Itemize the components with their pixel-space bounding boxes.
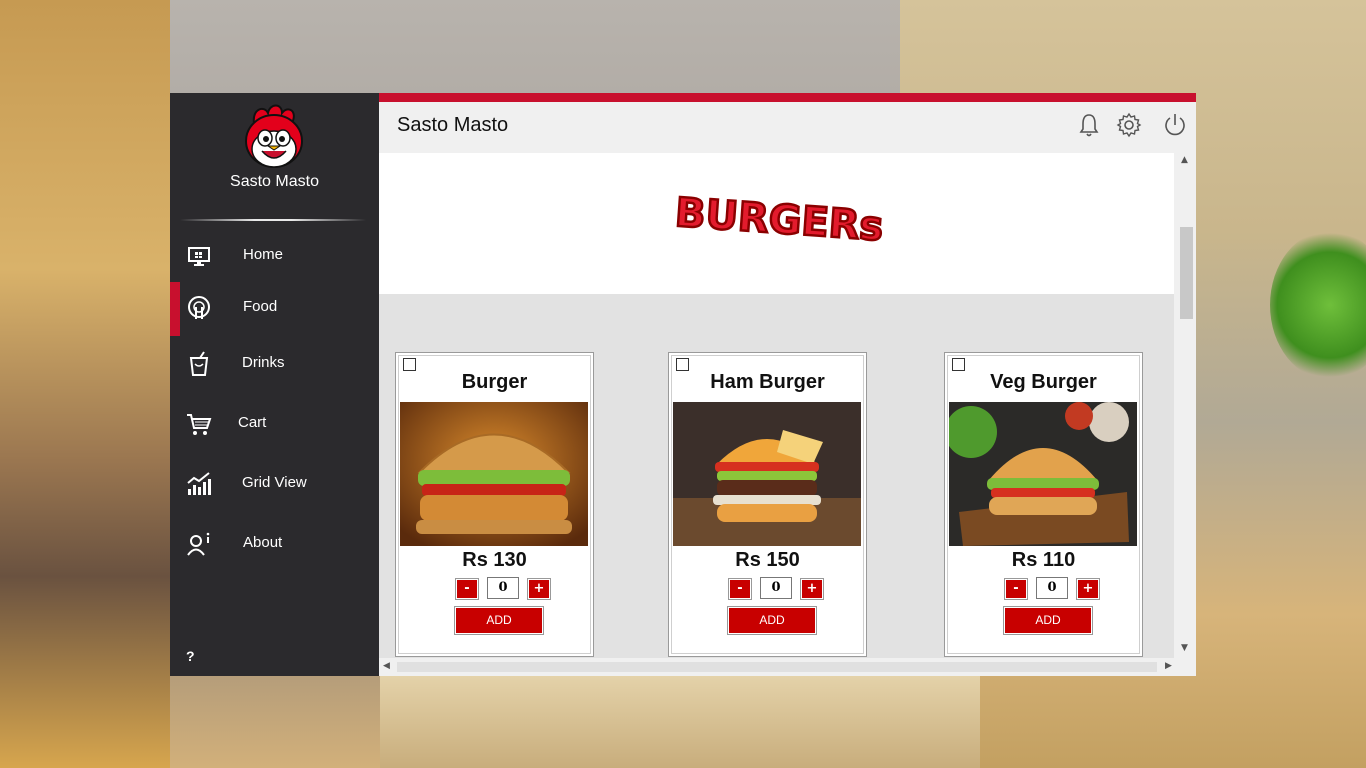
help-button[interactable]: ? — [186, 648, 195, 664]
product-name: Ham Burger — [710, 371, 825, 393]
increase-qty-button[interactable]: + — [800, 578, 824, 600]
scroll-up-arrow-icon[interactable]: ▲ — [1181, 155, 1188, 165]
horizontal-scrollbar[interactable]: ◀ ▶ — [379, 658, 1176, 676]
product-card-burger: Burger Rs 130 - 0 + ADD — [395, 352, 594, 657]
vertical-scroll-thumb[interactable] — [1180, 227, 1193, 319]
increase-qty-button[interactable]: + — [1076, 578, 1100, 600]
decrease-qty-button[interactable]: - — [455, 578, 479, 600]
burgers-title-graphic: BURGERs — [672, 189, 886, 252]
bar-chart-icon — [186, 471, 212, 497]
sidebar-item-cart[interactable]: Cart — [170, 398, 379, 448]
header: Sasto Masto — [379, 102, 1196, 153]
sidebar-item-label: About — [243, 534, 283, 551]
sidebar-item-label: Home — [243, 246, 284, 263]
vertical-scrollbar[interactable]: ▲ ▼ — [1176, 153, 1196, 658]
sidebar-item-label: Cart — [238, 414, 267, 431]
product-name: Veg Burger — [990, 371, 1097, 393]
product-price: Rs 150 — [735, 549, 800, 571]
sidebar-item-label: Food — [243, 298, 278, 315]
svg-text:BURGERs: BURGERs — [674, 190, 885, 250]
product-name: Burger — [461, 371, 528, 393]
horizontal-scroll-thumb[interactable] — [397, 662, 1157, 672]
food-icon — [186, 295, 212, 321]
product-card-ham-burger: Ham Burger Rs 150 - 0 + ADD — [668, 352, 867, 657]
select-checkbox[interactable] — [676, 358, 689, 371]
decrease-qty-button[interactable]: - — [1004, 578, 1028, 600]
page-title: Sasto Masto — [397, 114, 509, 136]
gear-icon[interactable] — [1116, 112, 1142, 138]
brand-name: Sasto Masto — [230, 173, 319, 190]
user-info-icon — [186, 531, 212, 557]
background-left — [0, 0, 170, 768]
sidebar: Sasto Masto Home Food Drinks Cart Grid V… — [170, 93, 379, 676]
add-to-cart-button[interactable]: ADD — [727, 606, 817, 635]
product-photo — [673, 402, 861, 546]
quantity-field[interactable]: 0 — [487, 577, 519, 599]
content-area: BURGERs Burger Rs 130 - 0 + ADD Ham Burg… — [379, 153, 1174, 658]
app-window: Sasto Masto Home Food Drinks Cart Grid V… — [170, 93, 1196, 676]
drink-cup-icon — [186, 351, 212, 377]
select-checkbox[interactable] — [952, 358, 965, 371]
power-icon[interactable] — [1162, 112, 1188, 138]
scroll-right-arrow-icon[interactable]: ▶ — [1165, 661, 1172, 671]
active-indicator — [170, 282, 180, 336]
decrease-qty-button[interactable]: - — [728, 578, 752, 600]
sidebar-item-food[interactable]: Food — [170, 282, 379, 336]
product-card-veg-burger: Veg Burger Rs 110 - 0 + ADD — [944, 352, 1143, 657]
scroll-corner — [1176, 658, 1196, 676]
sidebar-item-grid-view[interactable]: Grid View — [170, 458, 379, 508]
product-price: Rs 110 — [1011, 549, 1076, 571]
sidebar-item-label: Grid View — [242, 474, 307, 491]
scroll-down-arrow-icon[interactable]: ▼ — [1181, 643, 1188, 653]
product-photo — [949, 402, 1137, 546]
product-price: Rs 130 — [462, 549, 527, 571]
sidebar-item-label: Drinks — [242, 354, 285, 371]
sidebar-item-drinks[interactable]: Drinks — [170, 338, 379, 388]
increase-qty-button[interactable]: + — [527, 578, 551, 600]
sidebar-item-home[interactable]: Home — [170, 230, 379, 280]
scroll-left-arrow-icon[interactable]: ◀ — [383, 661, 390, 671]
category-banner: BURGERs — [379, 153, 1174, 294]
main-panel: Sasto Masto BURGERs Burger Rs 130 - 0 + … — [379, 93, 1196, 676]
bell-icon[interactable] — [1076, 112, 1102, 138]
product-grid: Burger Rs 130 - 0 + ADD Ham Burger Rs 15… — [379, 294, 1174, 658]
brand-divider — [180, 219, 366, 221]
add-to-cart-button[interactable]: ADD — [1003, 606, 1093, 635]
quantity-field[interactable]: 0 — [760, 577, 792, 599]
select-checkbox[interactable] — [403, 358, 416, 371]
brand-logo — [234, 101, 314, 173]
add-to-cart-button[interactable]: ADD — [454, 606, 544, 635]
sidebar-item-about[interactable]: About — [170, 518, 379, 568]
quantity-field[interactable]: 0 — [1036, 577, 1068, 599]
background-paper — [380, 676, 980, 768]
cart-icon — [186, 411, 212, 437]
monitor-icon — [186, 243, 212, 269]
topbar-accent — [379, 93, 1196, 102]
product-photo — [400, 402, 588, 546]
